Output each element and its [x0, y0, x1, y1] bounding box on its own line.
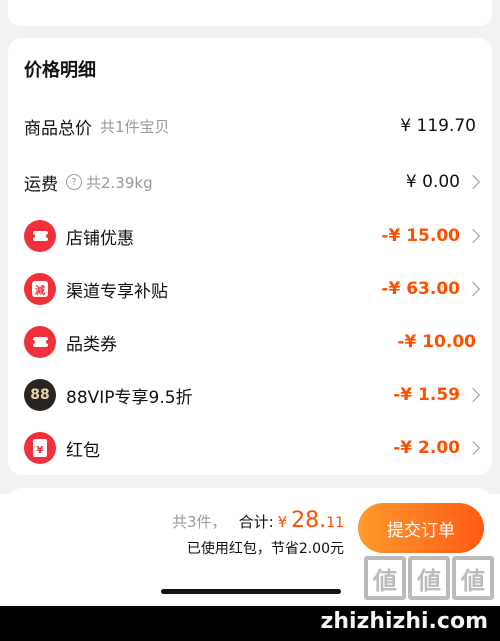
- goods-total-value: ¥ 119.70: [400, 116, 476, 136]
- item-count: 共3件，: [172, 513, 227, 531]
- chevron-right-icon: [465, 387, 481, 403]
- watermark-logo: 値 値 値: [364, 556, 494, 600]
- shop-discount-label: 店铺优惠: [66, 228, 134, 249]
- price-detail-title: 价格明细: [24, 60, 96, 81]
- chevron-right-icon: [465, 440, 481, 456]
- shipping-value: ¥ 0.00: [405, 172, 460, 192]
- reduce-icon: 減: [24, 273, 56, 305]
- watermark-text: zhizhizhi.com: [320, 609, 488, 634]
- total-line: 共3件， 合计: ¥ 28. 11: [172, 508, 344, 533]
- vip-discount-value: -¥ 1.59: [393, 385, 460, 405]
- row-shipping[interactable]: 运费 ? 共2.39kg ¥ 0.00: [8, 164, 492, 200]
- red-envelope-value: -¥ 2.00: [393, 438, 460, 458]
- watermark-char: 値: [364, 556, 406, 600]
- category-coupon-label: 品类券: [66, 334, 117, 355]
- coupon-icon: [24, 326, 56, 358]
- row-88vip[interactable]: 88 88VIP专享9.5折 -¥ 1.59: [8, 377, 492, 413]
- vip-discount-label: 88VIP专享9.5折: [66, 387, 193, 408]
- total-amount-dec: 11: [326, 515, 344, 531]
- shipping-label: 运费: [24, 174, 58, 195]
- row-red-envelope[interactable]: ¥ 红包 -¥ 2.00: [8, 430, 492, 466]
- row-category-coupon[interactable]: 品类券 -¥ 10.00: [8, 324, 492, 360]
- chevron-right-icon: [465, 174, 481, 190]
- coupon-icon: [24, 220, 56, 252]
- row-goods-total: 商品总价 共1件宝贝 ¥ 119.70: [8, 108, 492, 144]
- watermark-char: 値: [452, 556, 494, 600]
- goods-count-text: 共1件宝贝: [100, 117, 170, 136]
- goods-total-label: 商品总价: [24, 118, 92, 139]
- shipping-weight: 共2.39kg: [86, 173, 153, 192]
- currency-symbol: ¥: [277, 513, 288, 531]
- channel-subsidy-value: -¥ 63.00: [381, 279, 460, 299]
- submit-order-button[interactable]: 提交订单: [358, 503, 484, 553]
- red-envelope-label: 红包: [66, 440, 100, 461]
- red-envelope-icon: ¥: [24, 432, 56, 464]
- vip-88-icon: 88: [24, 379, 56, 411]
- question-icon[interactable]: ?: [66, 174, 82, 190]
- category-coupon-value: -¥ 10.00: [397, 332, 476, 352]
- home-indicator: [161, 589, 341, 594]
- chevron-right-icon: [465, 228, 481, 244]
- row-channel-subsidy[interactable]: 減 渠道专享补贴 -¥ 63.00: [8, 271, 492, 307]
- total-label: 合计:: [238, 513, 274, 531]
- shop-discount-value: -¥ 15.00: [381, 226, 460, 246]
- price-detail-card: 价格明细 商品总价 共1件宝贝 ¥ 119.70 运费 ? 共2.39kg ¥ …: [8, 38, 492, 475]
- saved-text: 已使用红包，节省2.00元: [186, 541, 344, 557]
- previous-card: [8, 0, 492, 26]
- chevron-right-icon: [465, 281, 481, 297]
- total-amount-int: 28.: [291, 508, 327, 533]
- watermark-char: 値: [408, 556, 450, 600]
- watermark-band: zhizhizhi.com: [0, 606, 500, 641]
- row-shop-discount[interactable]: 店铺优惠 -¥ 15.00: [8, 218, 492, 254]
- channel-subsidy-label: 渠道专享补贴: [66, 281, 168, 302]
